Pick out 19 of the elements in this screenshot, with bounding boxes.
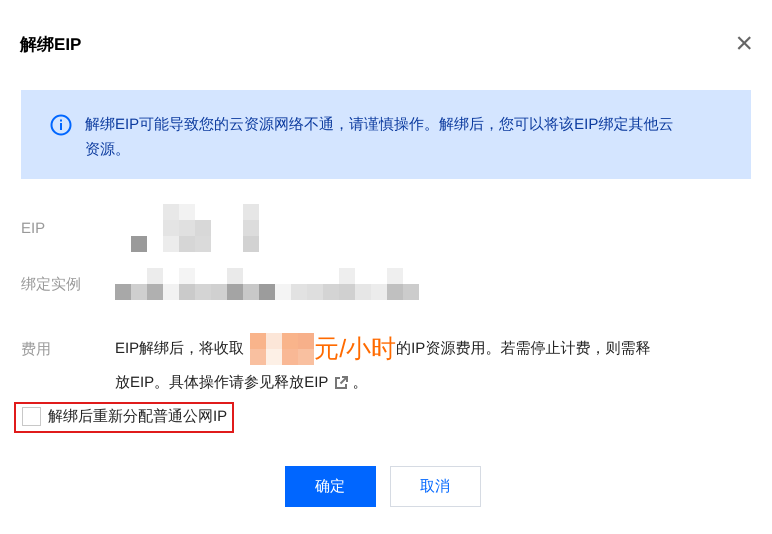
alert-message: 解绑EIP可能导致您的云资源网络不通，请谨慎操作。解绑后，您可以将该EIP绑定其他云资源。 — [85, 115, 674, 160]
cancel-button[interactable]: 取消 — [390, 466, 480, 508]
confirm-button[interactable]: 确定 — [284, 466, 376, 508]
checkbox[interactable] — [22, 407, 41, 426]
dialog-title: 解绑EIP — [20, 34, 82, 56]
price-unit: 元/小时 — [314, 335, 396, 364]
fee-text: 。 — [352, 374, 368, 392]
field-label: 费用 — [21, 340, 52, 360]
checkbox-label[interactable]: 解绑后重新分配普通公网IP — [48, 407, 228, 426]
external-link-icon[interactable] — [334, 376, 348, 390]
fee-link[interactable]: 释放EIP — [274, 374, 328, 392]
field-label: 绑定实例 — [21, 274, 82, 294]
close-button[interactable]: × — [735, 29, 753, 59]
mosaic-drawing — [250, 333, 314, 366]
field-label: EIP — [21, 220, 46, 236]
fee-text: 的IP资源费用。若需停止计费，则需释 — [396, 340, 650, 358]
info-icon — [50, 114, 72, 136]
fee-text: EIP解绑后，将收取 — [115, 340, 244, 358]
fee-text: 放EIP。具体操作请参见 — [115, 374, 274, 392]
